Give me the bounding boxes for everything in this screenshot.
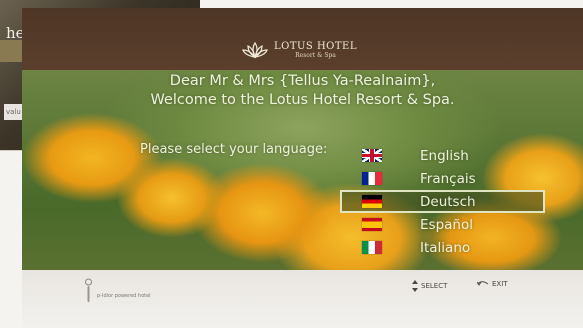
exit-hint: EXIT [477, 280, 508, 288]
language-option-italiano[interactable]: Italiano [340, 236, 545, 259]
brand-logo-icon [85, 278, 92, 302]
return-arrow-icon [477, 281, 489, 286]
language-option-deutsch[interactable]: Deutsch [340, 190, 545, 213]
language-option-english[interactable]: English [340, 144, 545, 167]
spain-flag-icon [362, 218, 382, 231]
language-list: English Français Deutsch Español Italian… [340, 144, 545, 259]
welcome-message: Dear Mr & Mrs {Tellus Ya-Realnaim}, Welc… [22, 72, 583, 110]
language-label: English [420, 147, 469, 164]
brand-text: p-Idior powered hotel [97, 293, 151, 299]
brand-mark: p-Idior powered hotel [84, 278, 151, 304]
logo-subtitle: Resort & Spa [295, 52, 336, 59]
logo-text: LOTUS HOTEL Resort & Spa [274, 41, 357, 59]
language-label: Italiano [420, 239, 471, 256]
lotus-icon [242, 41, 268, 59]
up-down-arrows-icon [412, 280, 418, 292]
exit-hint-label: EXIT [492, 280, 508, 288]
welcome-line-1: Dear Mr & Mrs {Tellus Ya-Realnaim}, [169, 73, 436, 89]
language-option-espanol[interactable]: Español [340, 213, 545, 236]
france-flag-icon [362, 172, 382, 185]
tv-bezel-bar: p-Idior powered hotel SELECT EXIT [22, 270, 583, 328]
background-thumbnail [0, 40, 22, 62]
welcome-line-2: Welcome to the Lotus Hotel Resort & Spa. [150, 92, 455, 108]
tv-screen: LOTUS HOTEL Resort & Spa Dear Mr & Mrs {… [22, 8, 583, 270]
language-label: Deutsch [420, 193, 476, 210]
header-bar: LOTUS HOTEL Resort & Spa [22, 8, 583, 70]
language-label: Français [420, 170, 476, 187]
germany-flag-icon [362, 195, 382, 208]
logo-name: LOTUS HOTEL [274, 41, 357, 52]
language-prompt: Please select your language: [140, 142, 328, 157]
select-hint-label: SELECT [421, 282, 448, 290]
hotel-logo: LOTUS HOTEL Resort & Spa [242, 38, 357, 62]
language-label: Español [420, 216, 473, 233]
language-option-francais[interactable]: Français [340, 167, 545, 190]
select-hint: SELECT [412, 280, 447, 292]
uk-flag-icon [362, 149, 382, 162]
italy-flag-icon [362, 241, 382, 254]
